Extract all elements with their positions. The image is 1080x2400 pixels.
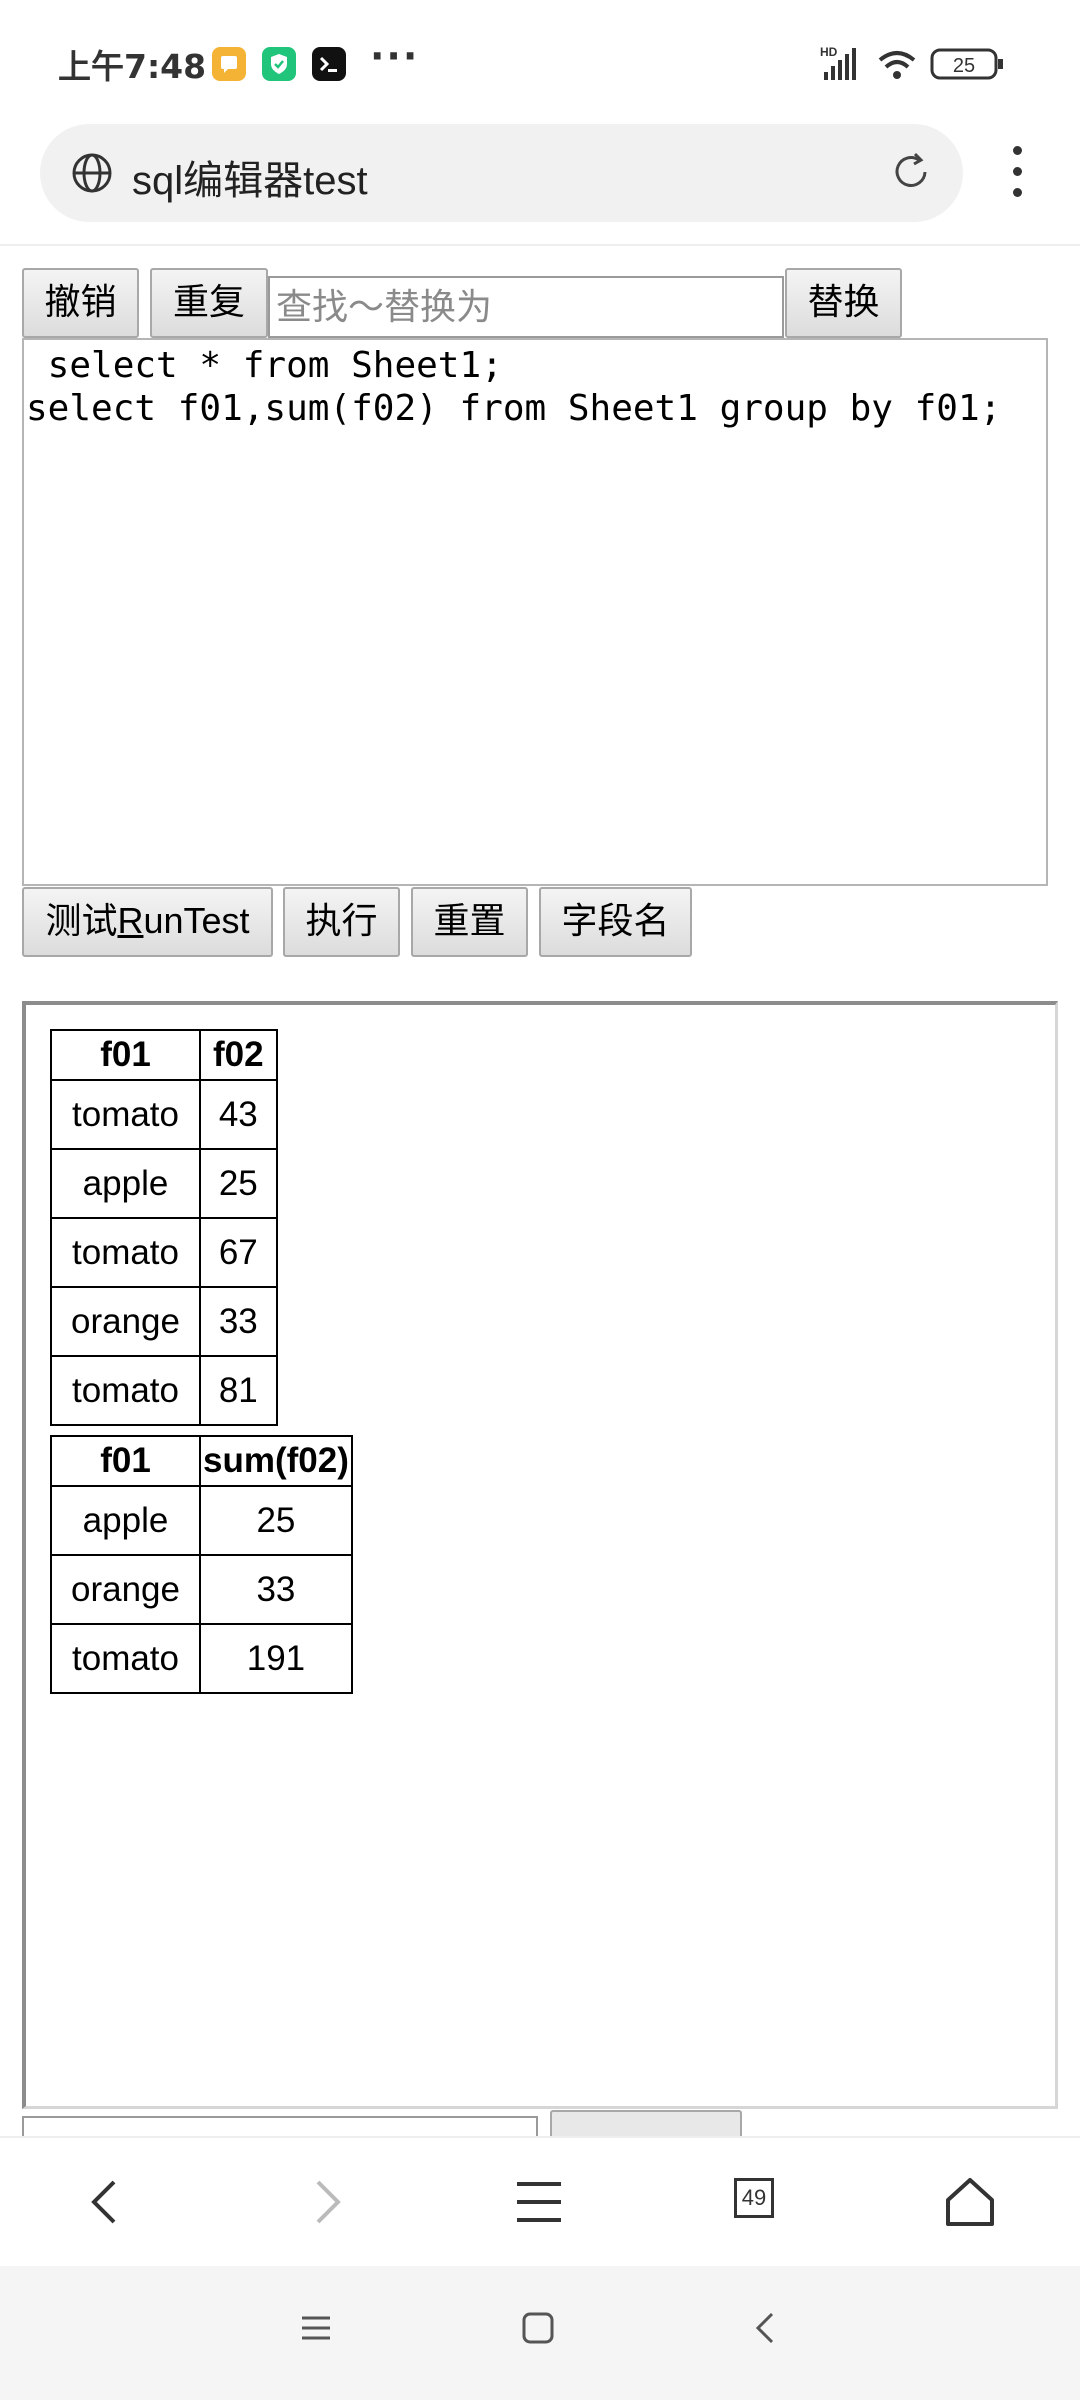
svg-text:HD: HD xyxy=(820,45,838,59)
table-row: orange 33 xyxy=(50,1286,278,1357)
run-test-accesskey: R xyxy=(117,900,144,941)
svg-text:25: 25 xyxy=(953,55,975,77)
undo-button[interactable]: 撤销 xyxy=(22,268,139,338)
table-row: tomato 67 xyxy=(50,1217,278,1288)
column-header: f02 xyxy=(199,1029,278,1081)
divider xyxy=(0,244,1080,246)
table-cell: orange xyxy=(50,1286,201,1357)
tabs-count-icon[interactable]: 49 xyxy=(734,2178,774,2218)
column-header: sum(f02) xyxy=(199,1435,353,1487)
forward-icon[interactable] xyxy=(294,2170,358,2234)
reload-icon[interactable] xyxy=(889,150,933,194)
back-icon[interactable] xyxy=(74,2170,138,2234)
result-table-2: f01 sum(f02) apple 25 orange 33 tomato 191 xyxy=(50,1435,353,1694)
menu-icon[interactable] xyxy=(507,2170,571,2234)
table-cell: tomato xyxy=(50,1355,201,1426)
table-cell: tomato xyxy=(50,1217,201,1288)
table-cell: 25 xyxy=(199,1148,278,1219)
run-test-suffix: unTest xyxy=(143,900,250,941)
partial-input[interactable] xyxy=(22,2116,538,2136)
column-header: f01 xyxy=(50,1029,201,1081)
status-icons: HD 25 xyxy=(820,44,1020,84)
status-bar: 上午7:48 ··· HD 25 xyxy=(0,0,1080,120)
sql-editor[interactable]: select * from Sheet1; select f01,sum(f02… xyxy=(22,338,1048,886)
column-header: f01 xyxy=(50,1435,201,1487)
table-row: tomato 43 xyxy=(50,1079,278,1150)
replace-button[interactable]: 替换 xyxy=(785,268,902,338)
execute-button[interactable]: 执行 xyxy=(283,887,400,957)
table-cell: 81 xyxy=(199,1355,278,1426)
address-bar[interactable]: sql编辑器test xyxy=(40,124,963,222)
page-title: sql编辑器test xyxy=(132,159,368,203)
table-cell: apple xyxy=(50,1148,201,1219)
table-cell: apple xyxy=(50,1485,201,1556)
table-row: orange 33 xyxy=(50,1554,353,1625)
globe-icon xyxy=(72,153,112,193)
system-home-icon[interactable] xyxy=(518,2308,558,2348)
recents-icon[interactable] xyxy=(296,2308,336,2348)
find-replace-input[interactable]: 查找～替换为 xyxy=(268,276,784,338)
table-cell: 33 xyxy=(199,1554,353,1625)
system-back-icon[interactable] xyxy=(746,2308,786,2348)
terminal-app-icon xyxy=(312,47,346,81)
table-cell: tomato xyxy=(50,1079,201,1150)
table-row: tomato 191 xyxy=(50,1623,353,1694)
browser-bottom-nav xyxy=(0,2136,1080,2268)
table-cell: 43 xyxy=(199,1079,278,1150)
table-row: tomato 81 xyxy=(50,1355,278,1426)
result-table-1: f01 f02 tomato 43 apple 25 tomato 67 orange… xyxy=(50,1029,278,1426)
run-test-prefix: 测试 xyxy=(45,900,118,941)
table-cell: 25 xyxy=(199,1485,353,1556)
home-icon[interactable] xyxy=(938,2170,1002,2234)
table-row: apple 25 xyxy=(50,1148,278,1219)
table-row: apple 25 xyxy=(50,1485,353,1556)
results-frame[interactable]: f01 f02 tomato 43 apple 25 tomato 67 orange… xyxy=(22,1001,1058,2109)
partial-button[interactable] xyxy=(550,2110,742,2136)
reset-button[interactable]: 重置 xyxy=(411,887,528,957)
table-cell: orange xyxy=(50,1554,201,1625)
table-cell: 191 xyxy=(199,1623,353,1694)
security-app-icon xyxy=(262,47,296,81)
messages-app-icon xyxy=(212,47,246,81)
more-menu-icon[interactable] xyxy=(1004,146,1030,206)
system-nav-bar xyxy=(0,2266,1080,2400)
field-names-button[interactable]: 字段名 xyxy=(539,887,692,957)
status-time: 上午7:48 xyxy=(58,47,207,86)
table-cell: 33 xyxy=(199,1286,278,1357)
table-cell: tomato xyxy=(50,1623,201,1694)
run-test-button[interactable]: 测试RunTest xyxy=(22,887,273,957)
redo-button[interactable]: 重复 xyxy=(150,268,268,338)
table-cell: 67 xyxy=(199,1217,278,1288)
more-notifications-icon: ··· xyxy=(370,34,420,78)
